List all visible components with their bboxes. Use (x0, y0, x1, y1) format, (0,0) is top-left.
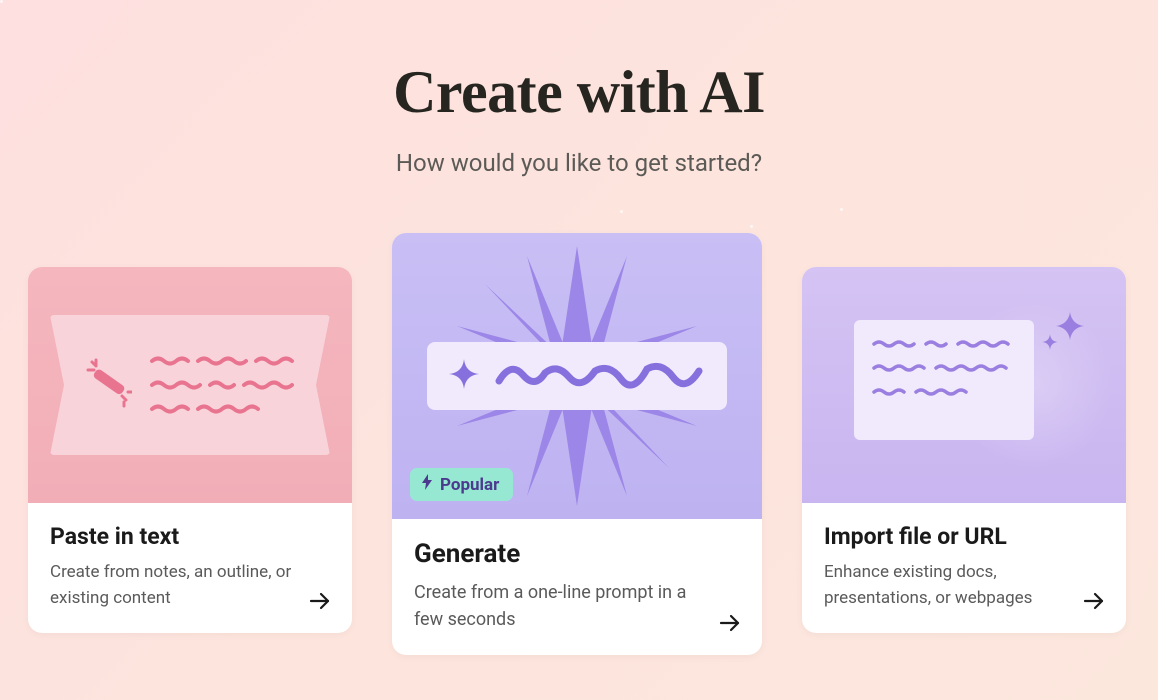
text-lines-icon (150, 354, 300, 416)
card-import-hero (802, 267, 1126, 503)
card-import-file[interactable]: Import file or URL Enhance existing docs… (802, 267, 1126, 633)
document-icon (854, 320, 1034, 440)
page-title: Create with AI (0, 58, 1158, 127)
squiggle-icon (495, 357, 705, 395)
prompt-bar-illustration (427, 342, 727, 410)
popular-badge: Popular (410, 468, 513, 501)
card-paste-body: Paste in text Create from notes, an outl… (28, 503, 352, 633)
card-import-body: Import file or URL Enhance existing docs… (802, 503, 1126, 633)
magic-wand-icon (86, 358, 132, 412)
arrow-right-icon (308, 589, 332, 613)
card-generate-title: Generate (414, 539, 740, 569)
sparkle-icon (1038, 306, 1086, 358)
card-generate-hero: Popular (392, 233, 762, 519)
page-header: Create with AI How would you like to get… (0, 0, 1158, 177)
card-paste-title: Paste in text (50, 523, 330, 550)
card-paste-description: Create from notes, an outline, or existi… (50, 560, 330, 611)
card-import-title: Import file or URL (824, 523, 1104, 550)
card-paste-text[interactable]: Paste in text Create from notes, an outl… (28, 267, 352, 633)
badge-label: Popular (440, 475, 499, 495)
card-generate-body: Generate Create from a one-line prompt i… (392, 519, 762, 655)
card-paste-hero (28, 267, 352, 503)
cards-container: Paste in text Create from notes, an outl… (0, 233, 1158, 655)
sparkle-icon (447, 357, 481, 395)
card-generate-description: Create from a one-line prompt in a few s… (414, 579, 740, 633)
import-illustration (844, 310, 1084, 460)
card-generate[interactable]: Popular Generate Create from a one-line … (392, 233, 762, 655)
paste-illustration (50, 315, 330, 455)
page-subtitle: How would you like to get started? (0, 149, 1158, 177)
arrow-right-icon (718, 611, 742, 635)
arrow-right-icon (1082, 589, 1106, 613)
card-import-description: Enhance existing docs, presentations, or… (824, 560, 1104, 611)
lightning-icon (420, 474, 434, 495)
